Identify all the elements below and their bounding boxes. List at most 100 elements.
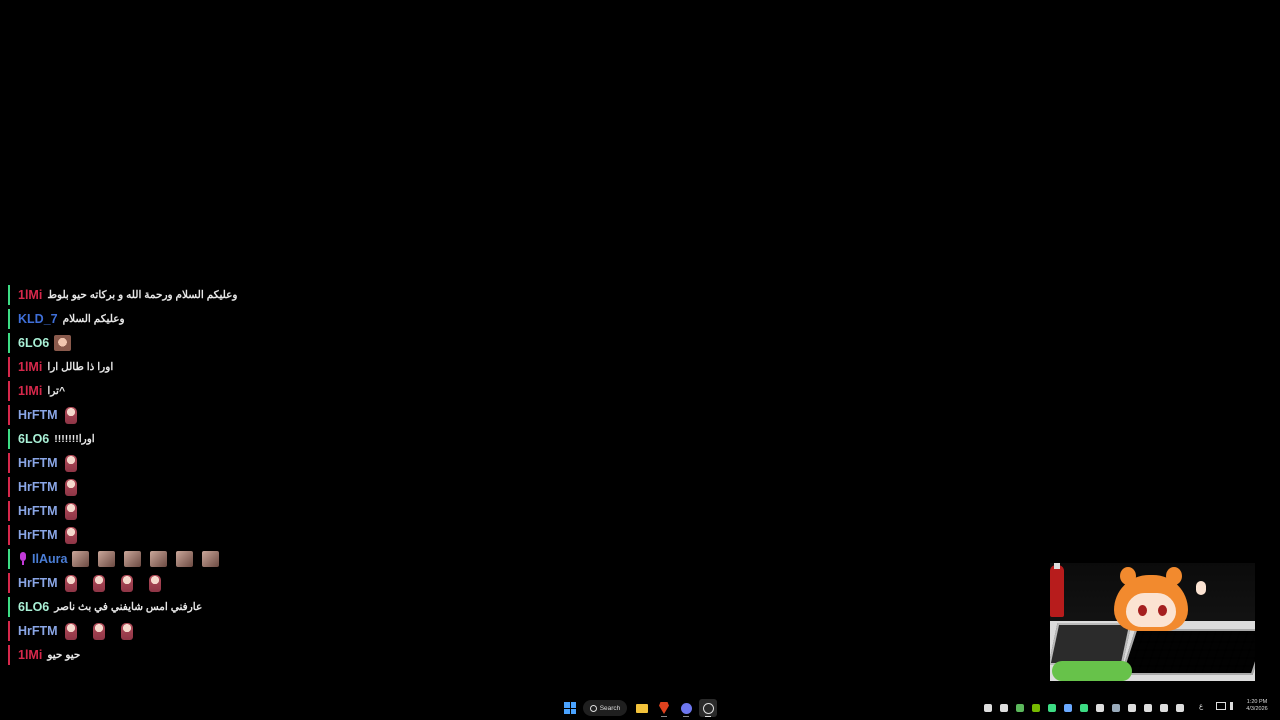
chat-username[interactable]: 1lMi [18,360,42,374]
chat-message: 6LO6 اورا!!!!!!! [8,427,268,451]
chat-message: 1lMi ^ترا [8,379,268,403]
brave-browser-icon [659,702,669,714]
chat-text: وعليكم السلام ورحمة الله و بركاته حيو بل… [47,289,238,301]
girl-emote-icon [148,574,161,592]
steam-icon[interactable] [1000,704,1008,712]
chat-username[interactable]: IlAura [32,552,67,566]
chat-color-bar [8,645,10,665]
chat-message: 6LO6 عارفني امس شايفني في بث ناصر [8,595,268,619]
obs-icon [702,702,714,714]
search-label: Search [599,704,621,712]
app-icon[interactable] [1016,704,1024,712]
system-tray [984,701,1192,715]
xbox-icon[interactable] [1080,704,1088,712]
circle-icon[interactable] [1048,704,1056,712]
chat-color-bar [8,309,10,329]
chat-username[interactable]: 6LO6 [18,336,49,350]
girl-emote-icon [92,622,105,640]
chat-color-bar [8,597,10,617]
girl-emote-icon [64,574,77,592]
chat-message: HrFTM [8,571,268,595]
onedrive-icon[interactable] [984,704,992,712]
girl-emote-icon [64,622,77,640]
taskbar-center: Search [561,699,721,717]
chat-message: IlAura [8,547,268,571]
discord-button[interactable] [677,699,695,717]
chat-username[interactable]: HrFTM [18,456,58,470]
chat-color-bar [8,453,10,473]
chat-message: 1lMi وعليكم السلام ورحمة الله و بركاته حي… [8,283,268,307]
chat-username[interactable]: 1lMi [18,288,42,302]
chat-color-bar [8,621,10,641]
chat-username[interactable]: HrFTM [18,504,58,518]
clock[interactable]: 1:20 PM 4/3/2026 [1240,699,1274,713]
face-emote-icon [54,335,72,351]
chat-username[interactable]: 6LO6 [18,600,49,614]
chat-username[interactable]: HrFTM [18,528,58,542]
chat-color-bar [8,429,10,449]
cat-emote-icon [150,551,168,567]
chat-color-bar [8,381,10,401]
battery-icon[interactable] [1160,704,1168,712]
clock-date: 4/3/2026 [1246,706,1268,712]
girl-emote-icon [64,406,77,424]
girl-emote-icon [64,454,77,472]
file-explorer-icon [636,703,648,713]
monitor-icon[interactable] [1144,704,1152,712]
cat-emote-icon [176,551,194,567]
search-icon [589,704,597,712]
girl-emote-icon [120,574,133,592]
chat-message: HrFTM [8,475,268,499]
chat-username[interactable]: HrFTM [18,408,58,422]
chat-color-bar [8,573,10,593]
discord-icon [680,702,692,714]
b-icon[interactable] [1128,704,1136,712]
chat-color-bar [8,549,10,569]
mic-icon[interactable] [1176,704,1184,712]
chat-message: HrFTM [8,619,268,643]
chat-overlay: 1lMi وعليكم السلام ورحمة الله و بركاته حي… [8,283,268,667]
start-button[interactable] [561,699,579,717]
chat-color-bar [8,333,10,353]
chat-username[interactable]: HrFTM [18,624,58,638]
taskbar: Search ع 1:20 PM 4/3/2026 [0,696,1280,720]
bluetooth-icon[interactable] [1096,704,1104,712]
chat-username[interactable]: HrFTM [18,576,58,590]
file-explorer-button[interactable] [633,699,651,717]
shield-icon[interactable] [1064,704,1072,712]
pen-icon[interactable] [1112,704,1120,712]
chat-username[interactable]: 6LO6 [18,432,49,446]
chat-color-bar [8,285,10,305]
cat-emote-icon [202,551,220,567]
network-icon[interactable] [1216,702,1226,710]
language-indicator[interactable]: ع [1199,702,1203,710]
cat-emote-icon [72,551,90,567]
girl-emote-icon [120,622,133,640]
chat-color-bar [8,501,10,521]
windows-logo-icon [564,702,576,714]
chat-text: ^ترا [47,385,66,397]
obs-button[interactable] [699,699,717,717]
chat-text: عارفني امس شايفني في بث ناصر [54,601,203,613]
volume-icon[interactable] [1230,702,1238,710]
chat-username[interactable]: 1lMi [18,384,42,398]
girl-emote-icon [64,502,77,520]
chat-text: اورا ذا طالل ارا [47,361,114,373]
chat-username[interactable]: KLD_7 [18,312,58,326]
chat-message: 1lMi اورا ذا طالل ارا [8,355,268,379]
chat-username[interactable]: HrFTM [18,480,58,494]
chat-username[interactable]: 1lMi [18,648,42,662]
girl-emote-icon [92,574,105,592]
chat-color-bar [8,357,10,377]
brave-button[interactable] [655,699,673,717]
nvidia-icon[interactable] [1032,704,1040,712]
anime-sticker-image [1050,563,1255,681]
chat-color-bar [8,525,10,545]
chat-message: HrFTM [8,451,268,475]
chat-message: HrFTM [8,523,268,547]
chat-message: KLD_7 وعليكم السلام [8,307,268,331]
cat-emote-icon [98,551,116,567]
clock-time: 1:20 PM [1246,699,1268,705]
search-button[interactable]: Search [583,700,627,716]
chat-color-bar [8,405,10,425]
